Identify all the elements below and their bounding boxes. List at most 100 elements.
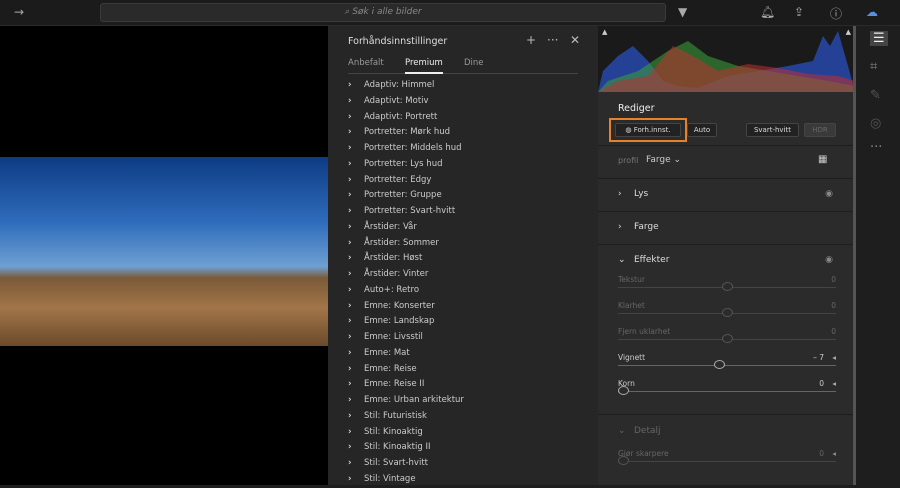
preset-item-label: Adaptiv: Himmel [364, 80, 435, 90]
preset-item[interactable]: › Auto+: Retro [348, 283, 464, 299]
presets-title: Forhåndsinnstillinger [348, 36, 448, 47]
slider-track[interactable] [618, 391, 836, 392]
chevron-right-icon: › [348, 111, 352, 122]
more-icon[interactable]: ··· [547, 33, 558, 47]
bell-icon[interactable]: 🔔︎ [760, 5, 775, 19]
slider-knob[interactable] [721, 282, 733, 291]
healing-icon[interactable]: ✎ [870, 88, 881, 103]
tab-dine[interactable]: Dine [464, 58, 484, 68]
preset-item-label: Portretter: Svart-hvitt [364, 206, 456, 216]
edit-panel: Rediger ◍ Forh.innst. Auto Svart-hvitt H… [598, 92, 855, 485]
tab-premium[interactable]: Premium [405, 58, 443, 74]
preset-item[interactable]: › Emne: Landskap [348, 314, 464, 330]
preset-item[interactable]: › Stil: Kinoaktig II [348, 440, 464, 456]
preset-item[interactable]: › Emne: Livsstil [348, 330, 464, 346]
scrollbar[interactable] [853, 26, 856, 485]
preset-item[interactable]: › Emne: Urban arkitektur [348, 393, 464, 409]
section-detail-label: Detalj [634, 426, 661, 436]
back-arrow-icon[interactable]: → [14, 5, 24, 19]
profile-dropdown[interactable]: Farge ⌄ [646, 155, 681, 165]
presets-button[interactable]: ◍ Forh.innst. [615, 123, 681, 137]
clipping-highlights-icon[interactable]: ▲ [846, 28, 851, 36]
preset-item[interactable]: › Stil: Futuristisk [348, 409, 464, 425]
edit-sliders-icon[interactable]: ☰ [870, 31, 888, 46]
chevron-down-icon[interactable]: ⌄ [618, 426, 626, 436]
slider-knob[interactable] [714, 360, 726, 369]
slider-track[interactable] [618, 365, 836, 366]
preset-item[interactable]: › Årstider: Vår [348, 220, 464, 236]
preset-item-label: Portretter: Edgy [364, 174, 432, 185]
preset-item[interactable]: › Portretter: Edgy [348, 173, 464, 189]
chevron-right-icon: › [348, 300, 352, 311]
crop-icon[interactable]: ⌗ [870, 59, 877, 74]
preset-item[interactable]: › Emne: Konserter [348, 299, 464, 315]
slider-knob[interactable] [618, 456, 629, 465]
preset-item-label: Portretter: Middels hud [364, 143, 462, 153]
filter-icon[interactable]: ▼ [678, 5, 687, 19]
photo-canvas[interactable] [0, 26, 328, 485]
right-toolbar: ☰ ⌗ ✎ ◎ ··· [860, 26, 900, 485]
chevron-right-icon: › [348, 237, 352, 248]
preset-item-label: Emne: Urban arkitektur [364, 395, 464, 405]
auto-button[interactable]: Auto [687, 123, 717, 137]
preset-list: › Adaptiv: Himmel › Adaptivt: Motiv › Adaptiv… [348, 78, 464, 488]
chevron-right-icon: › [348, 395, 352, 405]
preset-item-label: Adaptivt: Portrett [364, 111, 438, 122]
histogram-graph [598, 31, 855, 92]
preset-item[interactable]: › Årstider: Vinter [348, 267, 464, 283]
slider-value: 0 [819, 379, 824, 388]
preset-item[interactable]: › Portretter: Gruppe [348, 188, 464, 204]
preset-item[interactable]: › Årstider: Sommer [348, 236, 464, 252]
slider-knob[interactable] [721, 308, 733, 317]
preset-item[interactable]: › Stil: Vintage [348, 472, 464, 488]
add-icon[interactable]: + [526, 33, 536, 47]
eye-icon[interactable]: ◉ [825, 189, 833, 199]
preset-item[interactable]: › Adaptivt: Motiv [348, 94, 464, 110]
slider-knob[interactable] [618, 386, 629, 395]
clipping-shadows-icon[interactable]: ▲ [602, 28, 607, 36]
chevron-right-icon: › [348, 127, 352, 138]
chevron-down-icon[interactable]: ⌄ [618, 255, 626, 265]
reset-arrow-icon[interactable]: ◂ [832, 379, 836, 388]
chevron-right-icon: › [348, 347, 352, 358]
mask-icon[interactable]: ◎ [870, 116, 881, 131]
more-icon[interactable]: ··· [870, 140, 882, 155]
chevron-right-icon: › [348, 95, 352, 106]
slider-knob[interactable] [721, 334, 733, 343]
presets-icon: ◍ [625, 126, 634, 134]
preset-item-label: Årstider: Vinter [364, 269, 429, 279]
preset-item[interactable]: › Portretter: Middels hud [348, 141, 464, 157]
preset-item-label: Årstider: Sommer [364, 237, 439, 248]
preset-item[interactable]: › Stil: Svart-hvitt [348, 456, 464, 472]
chevron-right-icon: › [348, 316, 352, 327]
eye-icon[interactable]: ◉ [825, 255, 833, 265]
slider-value: 0 [831, 327, 836, 336]
preset-item[interactable]: › Portretter: Mørk hud [348, 125, 464, 141]
reset-arrow-icon[interactable]: ◂ [832, 353, 836, 362]
preset-item[interactable]: › Årstider: Høst [348, 251, 464, 267]
search-input[interactable]: ⌕ Søk i alle bilder [100, 3, 666, 22]
profile-browser-icon[interactable]: ▦ [818, 154, 827, 165]
preset-item[interactable]: › Adaptivt: Portrett [348, 110, 464, 126]
preset-item[interactable]: › Portretter: Svart-hvitt [348, 204, 464, 220]
slider-track[interactable] [618, 461, 836, 462]
share-icon[interactable]: ⇪ [794, 5, 804, 19]
section-light[interactable]: › Lys ◉ [598, 178, 853, 211]
chevron-right-icon: › [348, 253, 352, 264]
preset-item[interactable]: › Portretter: Lys hud [348, 157, 464, 173]
preset-item[interactable]: › Emne: Mat [348, 346, 464, 362]
tab-anbefalt[interactable]: Anbefalt [348, 58, 384, 68]
preset-item[interactable]: › Emne: Reise [348, 362, 464, 378]
slider-label: Klarhet [618, 301, 645, 310]
preset-item[interactable]: › Emne: Reise II [348, 377, 464, 393]
help-icon[interactable]: ⓘ [830, 5, 842, 22]
hdr-button[interactable]: HDR [804, 123, 836, 137]
reset-arrow-icon[interactable]: ◂ [832, 449, 836, 458]
section-color[interactable]: › Farge [598, 211, 853, 244]
cloud-icon[interactable]: ☁ [866, 5, 878, 19]
preset-item[interactable]: › Adaptiv: Himmel [348, 78, 464, 94]
close-icon[interactable]: ✕ [570, 33, 580, 47]
bw-button[interactable]: Svart-hvitt [746, 123, 799, 137]
preset-item[interactable]: › Stil: Kinoaktig [348, 425, 464, 441]
preset-item-label: Årstider: Høst [364, 253, 423, 264]
